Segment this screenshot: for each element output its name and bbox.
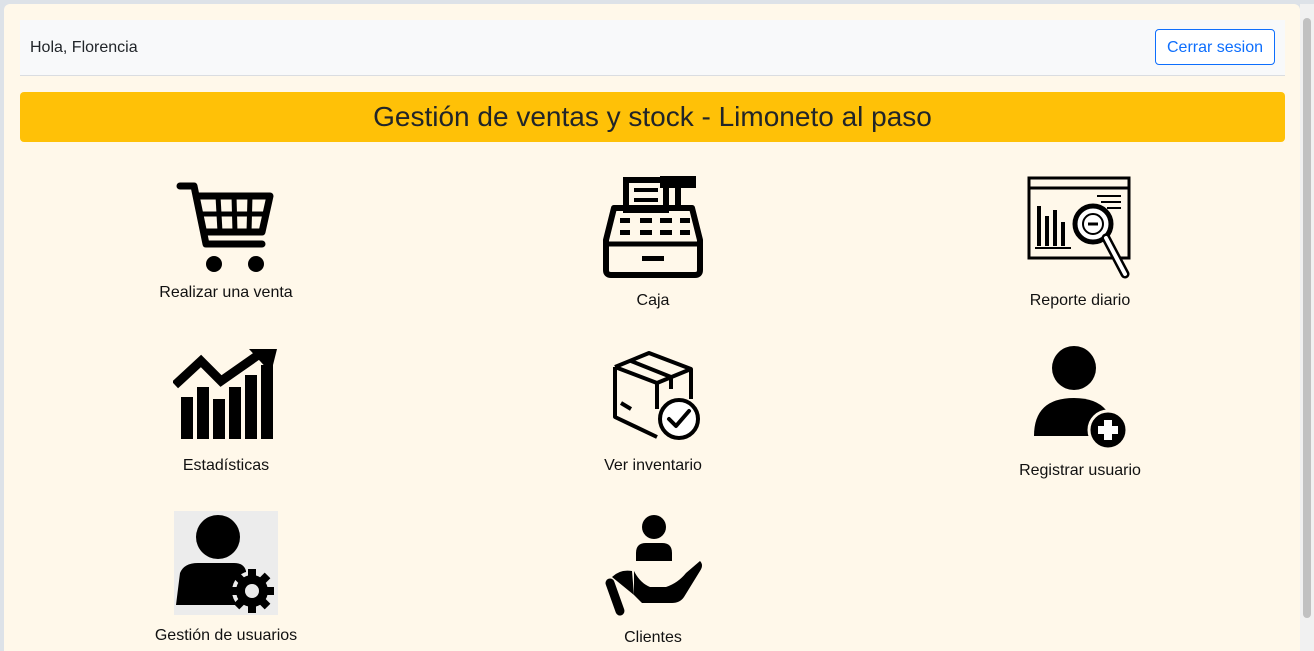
menu-label-inventory: Ver inventario (604, 457, 702, 474)
shopping-cart-icon (176, 182, 274, 272)
scrollbar-thumb[interactable] (1303, 18, 1311, 618)
user-greeting: Hola, Florencia (30, 39, 138, 56)
page-title: Gestión de ventas y stock - Limoneto al … (20, 92, 1285, 142)
growth-chart-icon (173, 349, 277, 439)
top-navbar: Hola, Florencia Cerrar sesion (20, 20, 1285, 76)
menu-tile-sale[interactable]: Realizar una venta (76, 178, 376, 302)
menu-tile-cash-register[interactable]: Caja (503, 174, 803, 310)
user-settings-icon (174, 511, 278, 615)
add-user-icon (1034, 346, 1129, 450)
app-window: Hola, Florencia Cerrar sesion Gestión de… (4, 4, 1300, 651)
menu-label-daily-report: Reporte diario (1029, 292, 1131, 309)
client-hand-icon (605, 515, 702, 616)
menu-label-statistics: Estadísticas (182, 457, 270, 474)
logout-button[interactable]: Cerrar sesion (1155, 29, 1275, 65)
menu-tile-statistics[interactable]: Estadísticas (76, 347, 376, 475)
report-search-icon (1027, 176, 1131, 279)
menu-tile-user-management[interactable]: Gestión de usuarios (76, 511, 376, 645)
menu-tile-inventory[interactable]: Ver inventario (503, 347, 803, 475)
vertical-scrollbar[interactable] (1300, 4, 1314, 651)
menu-label-cash-register: Caja (636, 292, 670, 309)
menu-tile-daily-report[interactable]: Reporte diario (930, 176, 1230, 310)
cash-register-icon (603, 176, 703, 278)
menu-label-register-user: Registrar usuario (1019, 462, 1141, 479)
menu-tile-clients[interactable]: Clientes (503, 513, 803, 647)
menu-label-sale: Realizar una venta (159, 284, 293, 301)
menu-label-user-management: Gestión de usuarios (154, 627, 298, 644)
menu-tile-register-user[interactable]: Registrar usuario (930, 344, 1230, 480)
menu-label-clients: Clientes (624, 629, 682, 646)
box-check-icon (613, 351, 700, 440)
